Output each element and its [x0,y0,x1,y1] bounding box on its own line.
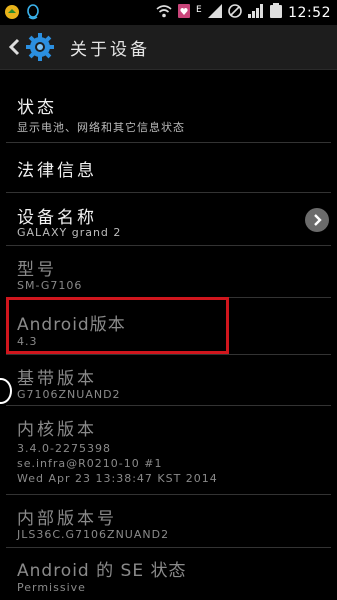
list-item-model: 型号 SM-G7106 [0,246,337,296]
chevron-right-icon[interactable] [305,208,329,232]
item-subtitle: SM-G7106 [17,279,83,292]
network-type-label: E [195,4,203,15]
list-item-legal-info[interactable]: 法律信息 [0,143,337,195]
list-item-device-name[interactable]: 设备名称 GALAXY grand 2 [0,193,337,247]
battery-saver-icon [177,3,190,22]
back-button[interactable] [0,25,62,69]
item-subtitle: JLS36C.G7106ZNUAND2 [17,528,170,541]
signal-bars-icon [248,3,264,22]
qq-icon [26,4,40,24]
wifi-icon [156,3,172,22]
item-subtitle: Permissive [17,581,86,594]
item-title: 法律信息 [17,161,97,181]
item-subtitle: G7106ZNUAND2 [17,388,121,401]
list-item-kernel-version: 内核版本 3.4.0-2275398 se.infra@R0210-10 #1 … [0,406,337,494]
list-item-status[interactable]: 状态 显示电池、网络和其它信息状态 [0,80,337,142]
item-line: se.infra@R0210-10 #1 [17,457,163,470]
list-item-baseband-version: 基带版本 G7106ZNUAND2 [0,355,337,407]
item-title: 状态 [17,98,57,118]
app-notification-icon [4,4,20,24]
item-subtitle: GALAXY grand 2 [17,226,122,239]
signal-icon [208,3,223,22]
item-line: 3.4.0-2275398 [17,442,111,455]
item-title: 内部版本号 [17,509,117,529]
back-chevron-icon [8,38,20,56]
settings-gear-icon [26,33,54,61]
battery-icon [270,3,283,22]
action-bar: 关于设备 [0,25,337,70]
item-title: 型号 [17,260,57,280]
no-sim-icon [228,3,242,22]
clock: 12:52 [288,4,331,21]
item-title: 内核版本 [17,420,97,440]
page-title: 关于设备 [70,40,150,60]
item-subtitle: 显示电池、网络和其它信息状态 [17,121,185,134]
item-title: Android 的 SE 状态 [17,561,187,581]
list-item-se-status: Android 的 SE 状态 Permissive [0,548,337,600]
item-title: 设备名称 [17,208,97,228]
list-item-build-number: 内部版本号 JLS36C.G7106ZNUAND2 [0,495,337,547]
status-bar: E 12:52 [0,0,337,25]
item-title: 基带版本 [17,369,97,389]
item-line: Wed Apr 23 13:38:47 KST 2014 [17,472,218,485]
highlight-box [6,297,229,354]
